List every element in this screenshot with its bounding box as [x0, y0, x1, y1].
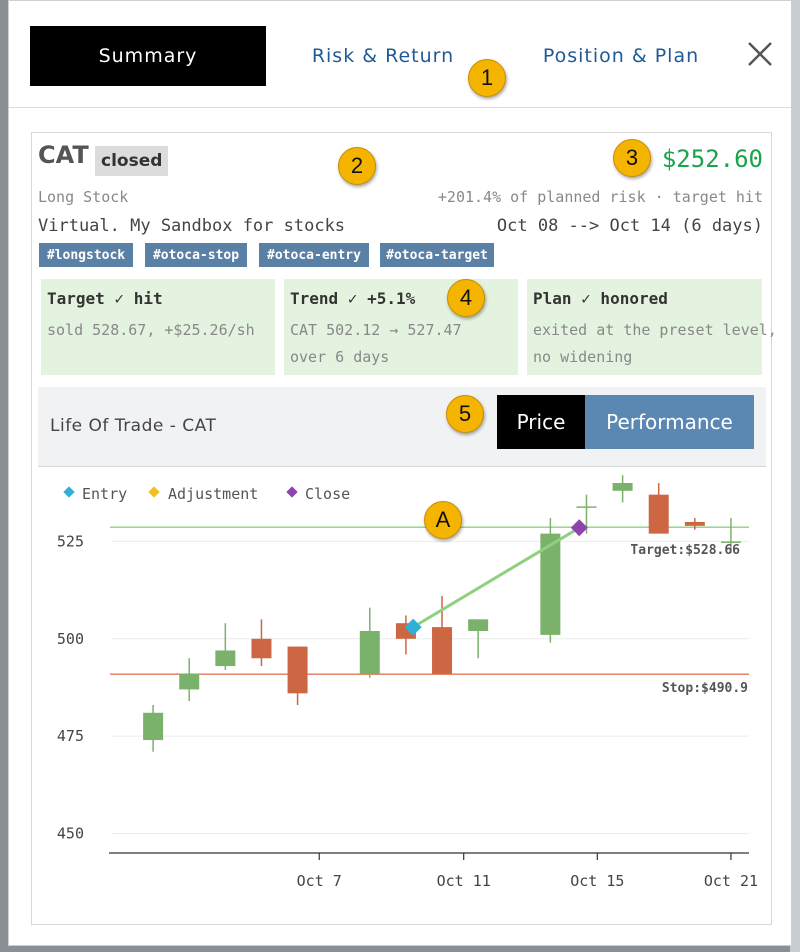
x-tick-label: Oct 21: [704, 872, 758, 890]
life-of-trade-header: Life Of Trade - CAT Price Performance: [38, 387, 766, 467]
y-tick-label: 525: [57, 532, 84, 550]
close-marker: [570, 519, 588, 537]
chart-legend: Entry Adjustment Close: [63, 485, 350, 503]
y-tick-label: 500: [57, 630, 84, 648]
life-of-trade-chart: Entry Adjustment Close 450 475 500 525 Oct 7…: [57, 475, 758, 890]
candle-body: [648, 494, 669, 534]
callout-badge-3: 3: [613, 139, 651, 177]
candle-body: [215, 650, 236, 667]
tab-summary[interactable]: Summary: [30, 26, 266, 86]
x-tick-label: Oct 7: [297, 872, 342, 890]
status-badge: closed: [95, 146, 169, 176]
tag-otoca-entry[interactable]: #otoca-entry: [259, 243, 369, 267]
callout-badge-1: 1: [468, 59, 506, 97]
y-tick-label: 475: [57, 727, 84, 745]
x-tick-label: Oct 15: [570, 872, 624, 890]
candle-body: [251, 638, 272, 659]
legend-adjustment-label: Adjustment: [168, 485, 258, 503]
summary-box-detail: exited at the preset level, no widening: [533, 321, 777, 366]
callout-badge-4: 4: [447, 279, 485, 317]
candle-body: [576, 506, 597, 508]
stop-line-label: Stop:$490.9: [662, 681, 748, 696]
candle-body: [287, 646, 308, 694]
summary-box-title: Plan ✓ honored: [533, 289, 668, 308]
risk-note: +201.4% of planned risk · target hit: [437, 188, 763, 206]
portfolio-name: Virtual. My Sandbox for stocks: [38, 216, 346, 236]
y-tick-label: 450: [57, 825, 84, 843]
life-of-trade-title: Life Of Trade - CAT: [50, 416, 217, 436]
performance-toggle-button[interactable]: Performance: [585, 395, 754, 449]
callout-badge-a: A: [424, 501, 462, 539]
legend-entry-label: Entry: [82, 485, 127, 503]
legend-entry-marker: [63, 486, 75, 498]
summary-box-detail: sold 528.67, +$25.26/sh: [47, 321, 255, 339]
callout-badge-2: 2: [338, 147, 376, 185]
close-icon[interactable]: [745, 39, 775, 69]
candle-body: [143, 712, 164, 741]
tab-position-plan[interactable]: Position & Plan: [525, 26, 717, 86]
legend-adjustment-marker: [148, 486, 160, 498]
trade-detail-modal: Summary Risk & Return Position & Plan 1 …: [8, 0, 792, 946]
chart-plot-area: 450 475 500 525 Oct 7 Oct 11 Oct 15 Oct 21: [57, 475, 758, 890]
summary-box-detail: CAT 502.12 → 527.47 over 6 days: [290, 321, 462, 366]
tag-otoca-target[interactable]: #otoca-target: [380, 243, 494, 267]
legend-close-label: Close: [305, 485, 350, 503]
trade-symbol: CAT: [38, 141, 89, 169]
candle-body: [432, 627, 453, 674]
tag-longstock[interactable]: #longstock: [39, 243, 133, 267]
candle-body: [684, 521, 705, 526]
trade-dates: Oct 08 --> Oct 14 (6 days): [496, 216, 763, 236]
summary-box-title: Trend ✓ +5.1%: [290, 289, 416, 308]
candle-body: [179, 673, 200, 690]
trade-pnl: $252.60: [661, 145, 763, 173]
candle-body: [468, 619, 489, 631]
tab-bar: Summary Risk & Return Position & Plan 1: [9, 1, 791, 108]
trade-card: CAT closed $252.60 Long Stock +201.4% of…: [31, 132, 777, 925]
trade-type: Long Stock: [38, 188, 129, 206]
summary-box-title: Target ✓ hit: [47, 289, 163, 308]
callout-badge-5: 5: [446, 395, 484, 433]
tag-otoca-stop[interactable]: #otoca-stop: [145, 243, 247, 267]
summary-box-target: Target ✓ hit sold 528.67, +$25.26/sh: [41, 279, 275, 375]
candle-body: [359, 631, 380, 674]
x-tick-label: Oct 11: [437, 872, 491, 890]
price-toggle-button[interactable]: Price: [497, 395, 585, 449]
candle-body: [612, 483, 633, 491]
target-line-label: Target:$528.66: [630, 543, 740, 558]
legend-close-marker: [286, 486, 298, 498]
tab-risk-return[interactable]: Risk & Return: [297, 26, 469, 86]
summary-box-plan: Plan ✓ honored exited at the preset leve…: [527, 279, 777, 375]
